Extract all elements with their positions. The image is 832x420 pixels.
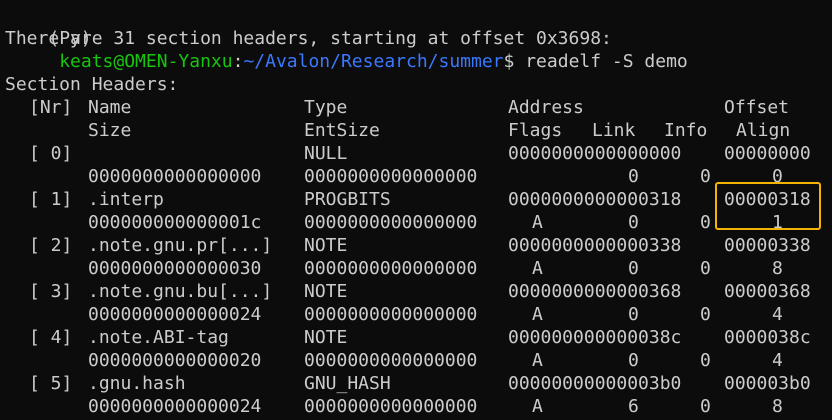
section-address: 000000000000038c (508, 327, 682, 348)
section-nr: [ 5] (29, 373, 73, 394)
section-flags: A (532, 212, 543, 233)
section-row-primary: [ 3] .note.gnu.bu[...] NOTE 000000000000… (5, 280, 825, 303)
section-link: 6 (628, 396, 639, 417)
section-entsize: 0000000000000000 (304, 396, 478, 417)
prompt-line: (Py) keats@OMEN-Yanxu:~/Avalon/Research/… (5, 4, 687, 72)
section-type: PROGBITS (304, 189, 391, 210)
section-row-primary: [ 0] NULL 0000000000000000 00000000 (5, 142, 825, 165)
col-offset-header: Offset (724, 97, 790, 118)
section-offset: 0000038c (724, 327, 811, 348)
section-align: 4 (772, 350, 783, 371)
section-align: 8 (772, 258, 783, 279)
prompt-path: ~/Avalon/Research/summer (243, 51, 504, 72)
section-flags: A (532, 258, 543, 279)
section-flags: A (532, 396, 543, 417)
prompt-user-host: keats@OMEN-Yanxu (59, 51, 233, 72)
section-nr: [ 2] (29, 235, 73, 256)
prompt-separator: : (232, 51, 244, 72)
section-type: NOTE (304, 235, 348, 256)
highlight-box (715, 182, 821, 230)
section-row-secondary: 000000000000001c 0000000000000000 A 0 0 … (5, 211, 825, 234)
col-nr-header: [Nr] (29, 97, 73, 118)
section-entsize: 0000000000000000 (304, 304, 478, 325)
section-flags: A (532, 350, 543, 371)
section-info: 0 (700, 258, 711, 279)
col-link-header: Link (592, 120, 636, 141)
section-name: .gnu.hash (88, 373, 186, 394)
section-name: .note.ABI-tag (88, 327, 229, 348)
section-entsize: 0000000000000000 (304, 166, 478, 187)
section-nr: [ 3] (29, 281, 73, 302)
section-link: 0 (628, 166, 639, 187)
summary-line: There are 31 section headers, starting a… (5, 28, 612, 49)
section-name: .note.gnu.bu[...] (88, 281, 273, 302)
section-info: 0 (700, 166, 711, 187)
col-size-header: Size (88, 120, 132, 141)
section-address: 0000000000000338 (508, 235, 682, 256)
section-address: 0000000000000000 (508, 143, 682, 164)
section-row-secondary: 0000000000000000 0000000000000000 0 0 0 (5, 165, 825, 188)
section-size: 0000000000000024 (88, 396, 262, 417)
section-info: 0 (700, 212, 711, 233)
col-address-header: Address (508, 97, 584, 118)
col-entsize-header: EntSize (304, 120, 380, 141)
section-offset: 000003b0 (724, 373, 811, 394)
section-type: NOTE (304, 327, 348, 348)
section-link: 0 (628, 350, 639, 371)
section-offset: 00000338 (724, 235, 811, 256)
section-address: 00000000000003b0 (508, 373, 682, 394)
section-size: 000000000000001c (88, 212, 262, 233)
section-type: NOTE (304, 281, 348, 302)
section-align: 8 (772, 396, 783, 417)
section-size: 0000000000000030 (88, 258, 262, 279)
command-text: readelf -S demo (525, 51, 688, 72)
section-type: GNU_HASH (304, 373, 391, 394)
section-nr: [ 0] (29, 143, 73, 164)
section-info: 0 (700, 350, 711, 371)
section-row-secondary: 0000000000000024 0000000000000000 A 0 0 … (5, 303, 825, 326)
section-name: .note.gnu.pr[...] (88, 235, 273, 256)
column-header-row-2: Size EntSize Flags Link Info Align (5, 119, 825, 142)
section-link: 0 (628, 258, 639, 279)
section-entsize: 0000000000000000 (304, 212, 478, 233)
section-name: .interp (88, 189, 164, 210)
section-size: 0000000000000020 (88, 350, 262, 371)
section-row-secondary: 0000000000000020 0000000000000000 A 0 0 … (5, 349, 825, 372)
section-address: 0000000000000368 (508, 281, 682, 302)
col-name-header: Name (88, 97, 132, 118)
section-row-primary: [ 2] .note.gnu.pr[...] NOTE 000000000000… (5, 234, 825, 257)
section-nr: [ 1] (29, 189, 73, 210)
col-type-header: Type (304, 97, 348, 118)
section-link: 0 (628, 212, 639, 233)
section-row-primary: [ 5] .gnu.hash GNU_HASH 00000000000003b0… (5, 372, 825, 395)
section-flags: A (532, 304, 543, 325)
prompt-symbol: $ (503, 51, 515, 72)
section-row-secondary: 0000000000000030 0000000000000000 A 0 0 … (5, 257, 825, 280)
col-flags-header: Flags (508, 120, 563, 141)
section-info: 0 (700, 304, 711, 325)
col-info-header: Info (664, 120, 708, 141)
section-entsize: 0000000000000000 (304, 350, 478, 371)
section-size: 0000000000000024 (88, 304, 262, 325)
section-row-primary: [ 1] .interp PROGBITS 0000000000000318 0… (5, 188, 825, 211)
col-align-header: Align (736, 120, 791, 141)
section-row-secondary: 0000000000000024 0000000000000000 A 6 0 … (5, 395, 825, 418)
section-type: NULL (304, 143, 348, 164)
section-info: 0 (700, 396, 711, 417)
section-row-primary: [ 4] .note.ABI-tag NOTE 000000000000038c… (5, 326, 825, 349)
terminal-window[interactable]: (Py) keats@OMEN-Yanxu:~/Avalon/Research/… (0, 0, 832, 420)
section-headers-heading: Section Headers: (5, 74, 179, 95)
section-link: 0 (628, 304, 639, 325)
section-offset: 00000368 (724, 281, 811, 302)
section-nr: [ 4] (29, 327, 73, 348)
section-align: 4 (772, 304, 783, 325)
section-entsize: 0000000000000000 (304, 258, 478, 279)
section-address: 0000000000000318 (508, 189, 682, 210)
column-header-row-1: [Nr] Name Type Address Offset (5, 96, 825, 119)
section-size: 0000000000000000 (88, 166, 262, 187)
section-offset: 00000000 (724, 143, 811, 164)
